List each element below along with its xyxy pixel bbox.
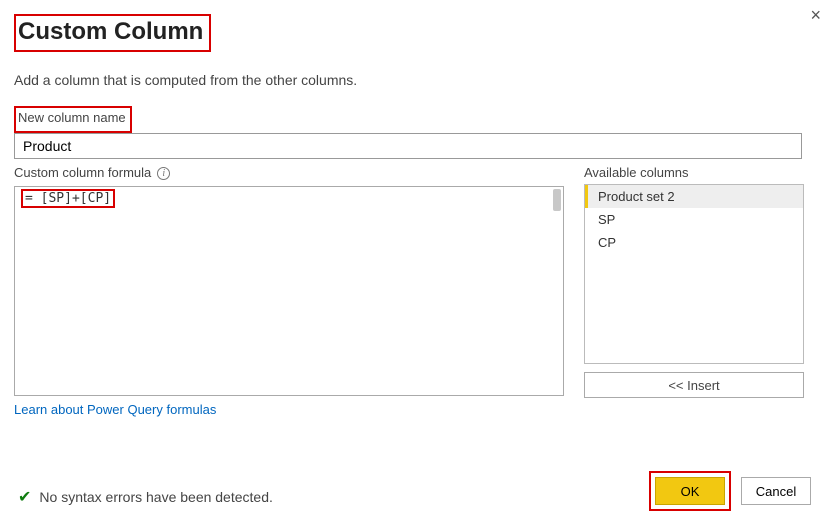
ok-button[interactable]: OK — [655, 477, 725, 505]
check-icon: ✔ — [18, 487, 31, 507]
list-item[interactable]: SP — [585, 208, 803, 231]
new-column-name-input[interactable] — [14, 133, 802, 159]
info-icon[interactable]: i — [157, 167, 170, 180]
formula-editor[interactable]: = [SP]+[CP] — [14, 186, 564, 396]
dialog-title: Custom Column — [14, 14, 211, 52]
available-columns-list[interactable]: Product set 2 SP CP — [584, 184, 804, 364]
list-item[interactable]: CP — [585, 231, 803, 254]
dialog-description: Add a column that is computed from the o… — [14, 72, 811, 88]
insert-button[interactable]: << Insert — [584, 372, 804, 398]
close-icon[interactable]: × — [810, 6, 821, 24]
status-text: No syntax errors have been detected. — [39, 489, 272, 505]
formula-prefix: = — [25, 191, 41, 206]
scrollbar[interactable] — [553, 189, 561, 211]
learn-link[interactable]: Learn about Power Query formulas — [14, 402, 216, 417]
formula-label: Custom column formula — [14, 165, 151, 180]
cancel-button[interactable]: Cancel — [741, 477, 811, 505]
formula-expression: [SP]+[CP] — [41, 191, 111, 206]
list-item[interactable]: Product set 2 — [585, 185, 803, 208]
new-column-name-label: New column name — [18, 110, 126, 125]
available-columns-label: Available columns — [584, 165, 804, 180]
